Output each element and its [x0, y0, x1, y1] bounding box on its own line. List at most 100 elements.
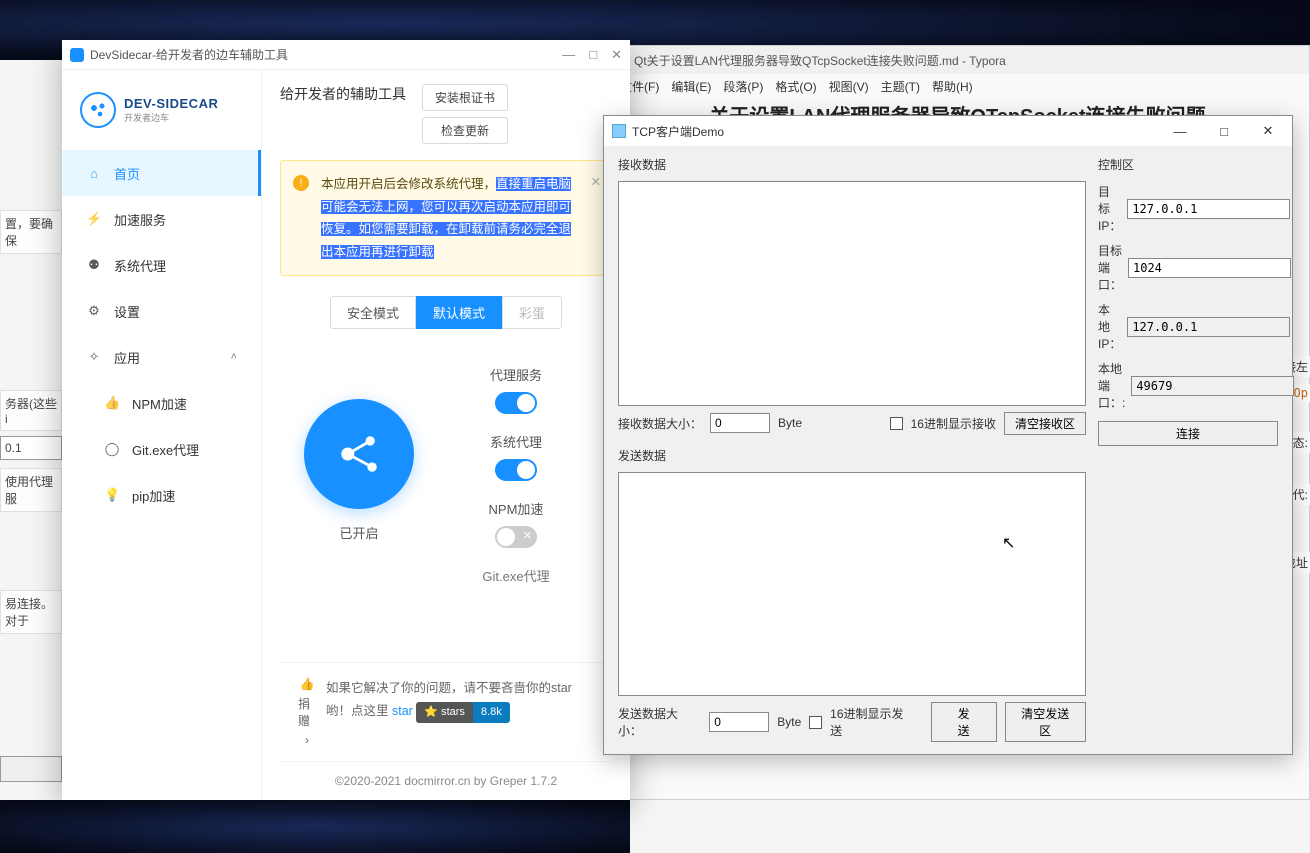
nav-pip[interactable]: 💡pip加速 [62, 472, 261, 518]
control-section-label: 控制区 [1098, 156, 1278, 173]
toggle-proxy[interactable] [495, 392, 537, 414]
sidebar: DEV-SIDECAR 开发者边车 ⌂首页 ⚡加速服务 ⚉系统代理 ⚙设置 ✧应… [62, 70, 262, 800]
nav-home[interactable]: ⌂首页 [62, 150, 261, 196]
warning-alert: ! ✕ 本应用开启后会修改系统代理，直接重启电脑可能会无法上网，您可以再次启动本… [280, 160, 612, 276]
footer: 👍 捐赠 › 如果它解决了你的问题，请不要吝啬你的star哟！点这里 star … [280, 662, 612, 761]
main-content: 给开发者的辅助工具 安装根证书 检查更新 ! ✕ 本应用开启后会修改系统代理，直… [262, 70, 630, 800]
tab-safe[interactable]: 安全模式 [330, 296, 416, 329]
target-port-field[interactable] [1128, 258, 1291, 278]
copyright: ©2020-2021 docmirror.cn by Greper 1.7.2 [280, 761, 612, 800]
bulb-icon: 💡 [104, 487, 120, 503]
home-icon: ⌂ [86, 166, 102, 181]
check-update-button[interactable]: 检查更新 [422, 117, 508, 144]
connect-button[interactable]: 连接 [1098, 421, 1278, 446]
byte-label-2: Byte [777, 715, 801, 729]
close-button[interactable]: ✕ [611, 47, 622, 63]
tab-default[interactable]: 默认模式 [416, 296, 502, 329]
gear-icon: ⚙ [86, 303, 102, 319]
nav-proxy[interactable]: ⚉系统代理 [62, 242, 261, 288]
hex-send-label: 16进制显示发送 [830, 705, 915, 739]
donate-label[interactable]: 捐赠 [298, 695, 316, 729]
warning-icon: ! [293, 175, 309, 191]
thumb-up-icon[interactable]: 👍 [300, 677, 315, 691]
recv-size-label: 接收数据大小： [618, 415, 702, 432]
clear-send-button[interactable]: 清空发送区 [1005, 702, 1086, 742]
chevron-right-icon[interactable]: › [305, 733, 309, 747]
send-size-field[interactable] [709, 712, 769, 732]
network-icon: ⚉ [86, 257, 102, 273]
page-title: 给开发者的辅助工具 [280, 84, 406, 104]
tcp-client-window: TCP客户端Demo — □ ✕ 接收数据 接收数据大小： Byte 16进制显… [603, 115, 1293, 755]
maximize-button[interactable]: □ [589, 47, 597, 63]
typora-menubar[interactable]: 文件(F) 编辑(E) 段落(P) 格式(O) 视图(V) 主题(T) 帮助(H… [606, 74, 1309, 98]
logo: DEV-SIDECAR 开发者边车 [62, 80, 261, 150]
svc-npm-label: NPM加速 [489, 499, 544, 518]
alert-text-pre: 本应用开启后会修改系统代理， [321, 177, 496, 191]
sidecar-icon [331, 426, 387, 482]
local-ip-label: 本地IP： [1098, 301, 1121, 352]
hex-recv-label: 16进制显示接收 [911, 415, 996, 432]
tcp-minimize-button[interactable]: — [1158, 117, 1202, 145]
devsidecar-app-icon [70, 48, 84, 62]
tab-egg[interactable]: 彩蛋 [502, 296, 562, 329]
target-ip-field[interactable] [1127, 199, 1290, 219]
menu-theme[interactable]: 主题(T) [877, 78, 924, 95]
alert-close-icon[interactable]: ✕ [591, 171, 601, 194]
toggle-npm[interactable]: ✕ [495, 526, 537, 548]
bg-text-4: 使用代理服 [0, 468, 62, 512]
target-ip-label: 目标IP： [1098, 183, 1121, 234]
svc-git-label: Git.exe代理 [482, 566, 549, 585]
tcp-close-button[interactable]: ✕ [1246, 117, 1290, 145]
target-port-label: 目标端口： [1098, 242, 1122, 293]
chevron-up-icon: ˄ [231, 351, 237, 363]
devsidecar-titlebar: DevSidecar-给开发者的边车辅助工具 — □ ✕ [62, 40, 630, 70]
bg-text-1: 置，要确保 [0, 210, 62, 254]
bg-text-3: 0.1 [0, 436, 62, 460]
toggle-sysproxy[interactable] [495, 459, 537, 481]
nav-npm[interactable]: 👍NPM加速 [62, 380, 261, 426]
menu-help[interactable]: 帮助(H) [928, 78, 977, 95]
send-size-label: 发送数据大小： [618, 705, 701, 739]
devsidecar-title-text: DevSidecar-给开发者的边车辅助工具 [90, 46, 288, 63]
menu-format[interactable]: 格式(O) [771, 78, 820, 95]
svc-sys-label: 系统代理 [490, 432, 542, 451]
svc-proxy-label: 代理服务 [490, 365, 542, 384]
bolt-icon: ⚡ [86, 211, 102, 227]
menu-view[interactable]: 视图(V) [825, 78, 873, 95]
mode-tabs: 安全模式 默认模式 彩蛋 [280, 296, 612, 329]
star-link[interactable]: star [392, 704, 413, 718]
stars-badge[interactable]: ⭐ stars8.8k [416, 702, 509, 724]
tcp-title-text: TCP客户端Demo [632, 123, 724, 140]
nav-accel[interactable]: ⚡加速服务 [62, 196, 261, 242]
tcp-titlebar: TCP客户端Demo — □ ✕ [604, 116, 1292, 146]
typora-titlebar: Qt关于设置LAN代理服务器导致QTcpSocket连接失败问题.md - Ty… [606, 46, 1309, 74]
send-textarea[interactable] [618, 472, 1086, 697]
tcp-maximize-button[interactable]: □ [1202, 117, 1246, 145]
thumb-icon: 👍 [104, 395, 120, 411]
recv-section-label: 接收数据 [618, 156, 1086, 173]
nav-settings[interactable]: ⚙设置 [62, 288, 261, 334]
recv-size-field[interactable] [710, 413, 770, 433]
clear-recv-button[interactable]: 清空接收区 [1004, 412, 1086, 435]
github-icon: ◯ [104, 441, 120, 457]
typora-title-text: Qt关于设置LAN代理服务器导致QTcpSocket连接失败问题.md - Ty… [634, 52, 1006, 69]
send-button[interactable]: 发送 [931, 702, 997, 742]
bg-text-2: 务器(这些i [0, 390, 62, 431]
recv-textarea[interactable] [618, 181, 1086, 406]
minimize-button[interactable]: — [562, 47, 575, 63]
install-cert-button[interactable]: 安装根证书 [422, 84, 508, 111]
byte-label: Byte [778, 416, 802, 430]
menu-edit[interactable]: 编辑(E) [667, 78, 715, 95]
hex-recv-checkbox[interactable] [890, 417, 903, 430]
local-ip-field [1127, 317, 1290, 337]
logo-subtitle: 开发者边车 [124, 111, 218, 124]
tcp-app-icon [612, 124, 626, 138]
logo-text: DEV-SIDECAR [124, 96, 218, 111]
hex-send-checkbox[interactable] [809, 716, 822, 729]
menu-paragraph[interactable]: 段落(P) [719, 78, 767, 95]
main-status-circle[interactable] [304, 399, 414, 509]
nav-git[interactable]: ◯Git.exe代理 [62, 426, 261, 472]
bg-button-fragment [0, 756, 62, 782]
nav-apps[interactable]: ✧应用˄ [62, 334, 261, 380]
bg-text-5: 易连接。对于 [0, 590, 62, 634]
